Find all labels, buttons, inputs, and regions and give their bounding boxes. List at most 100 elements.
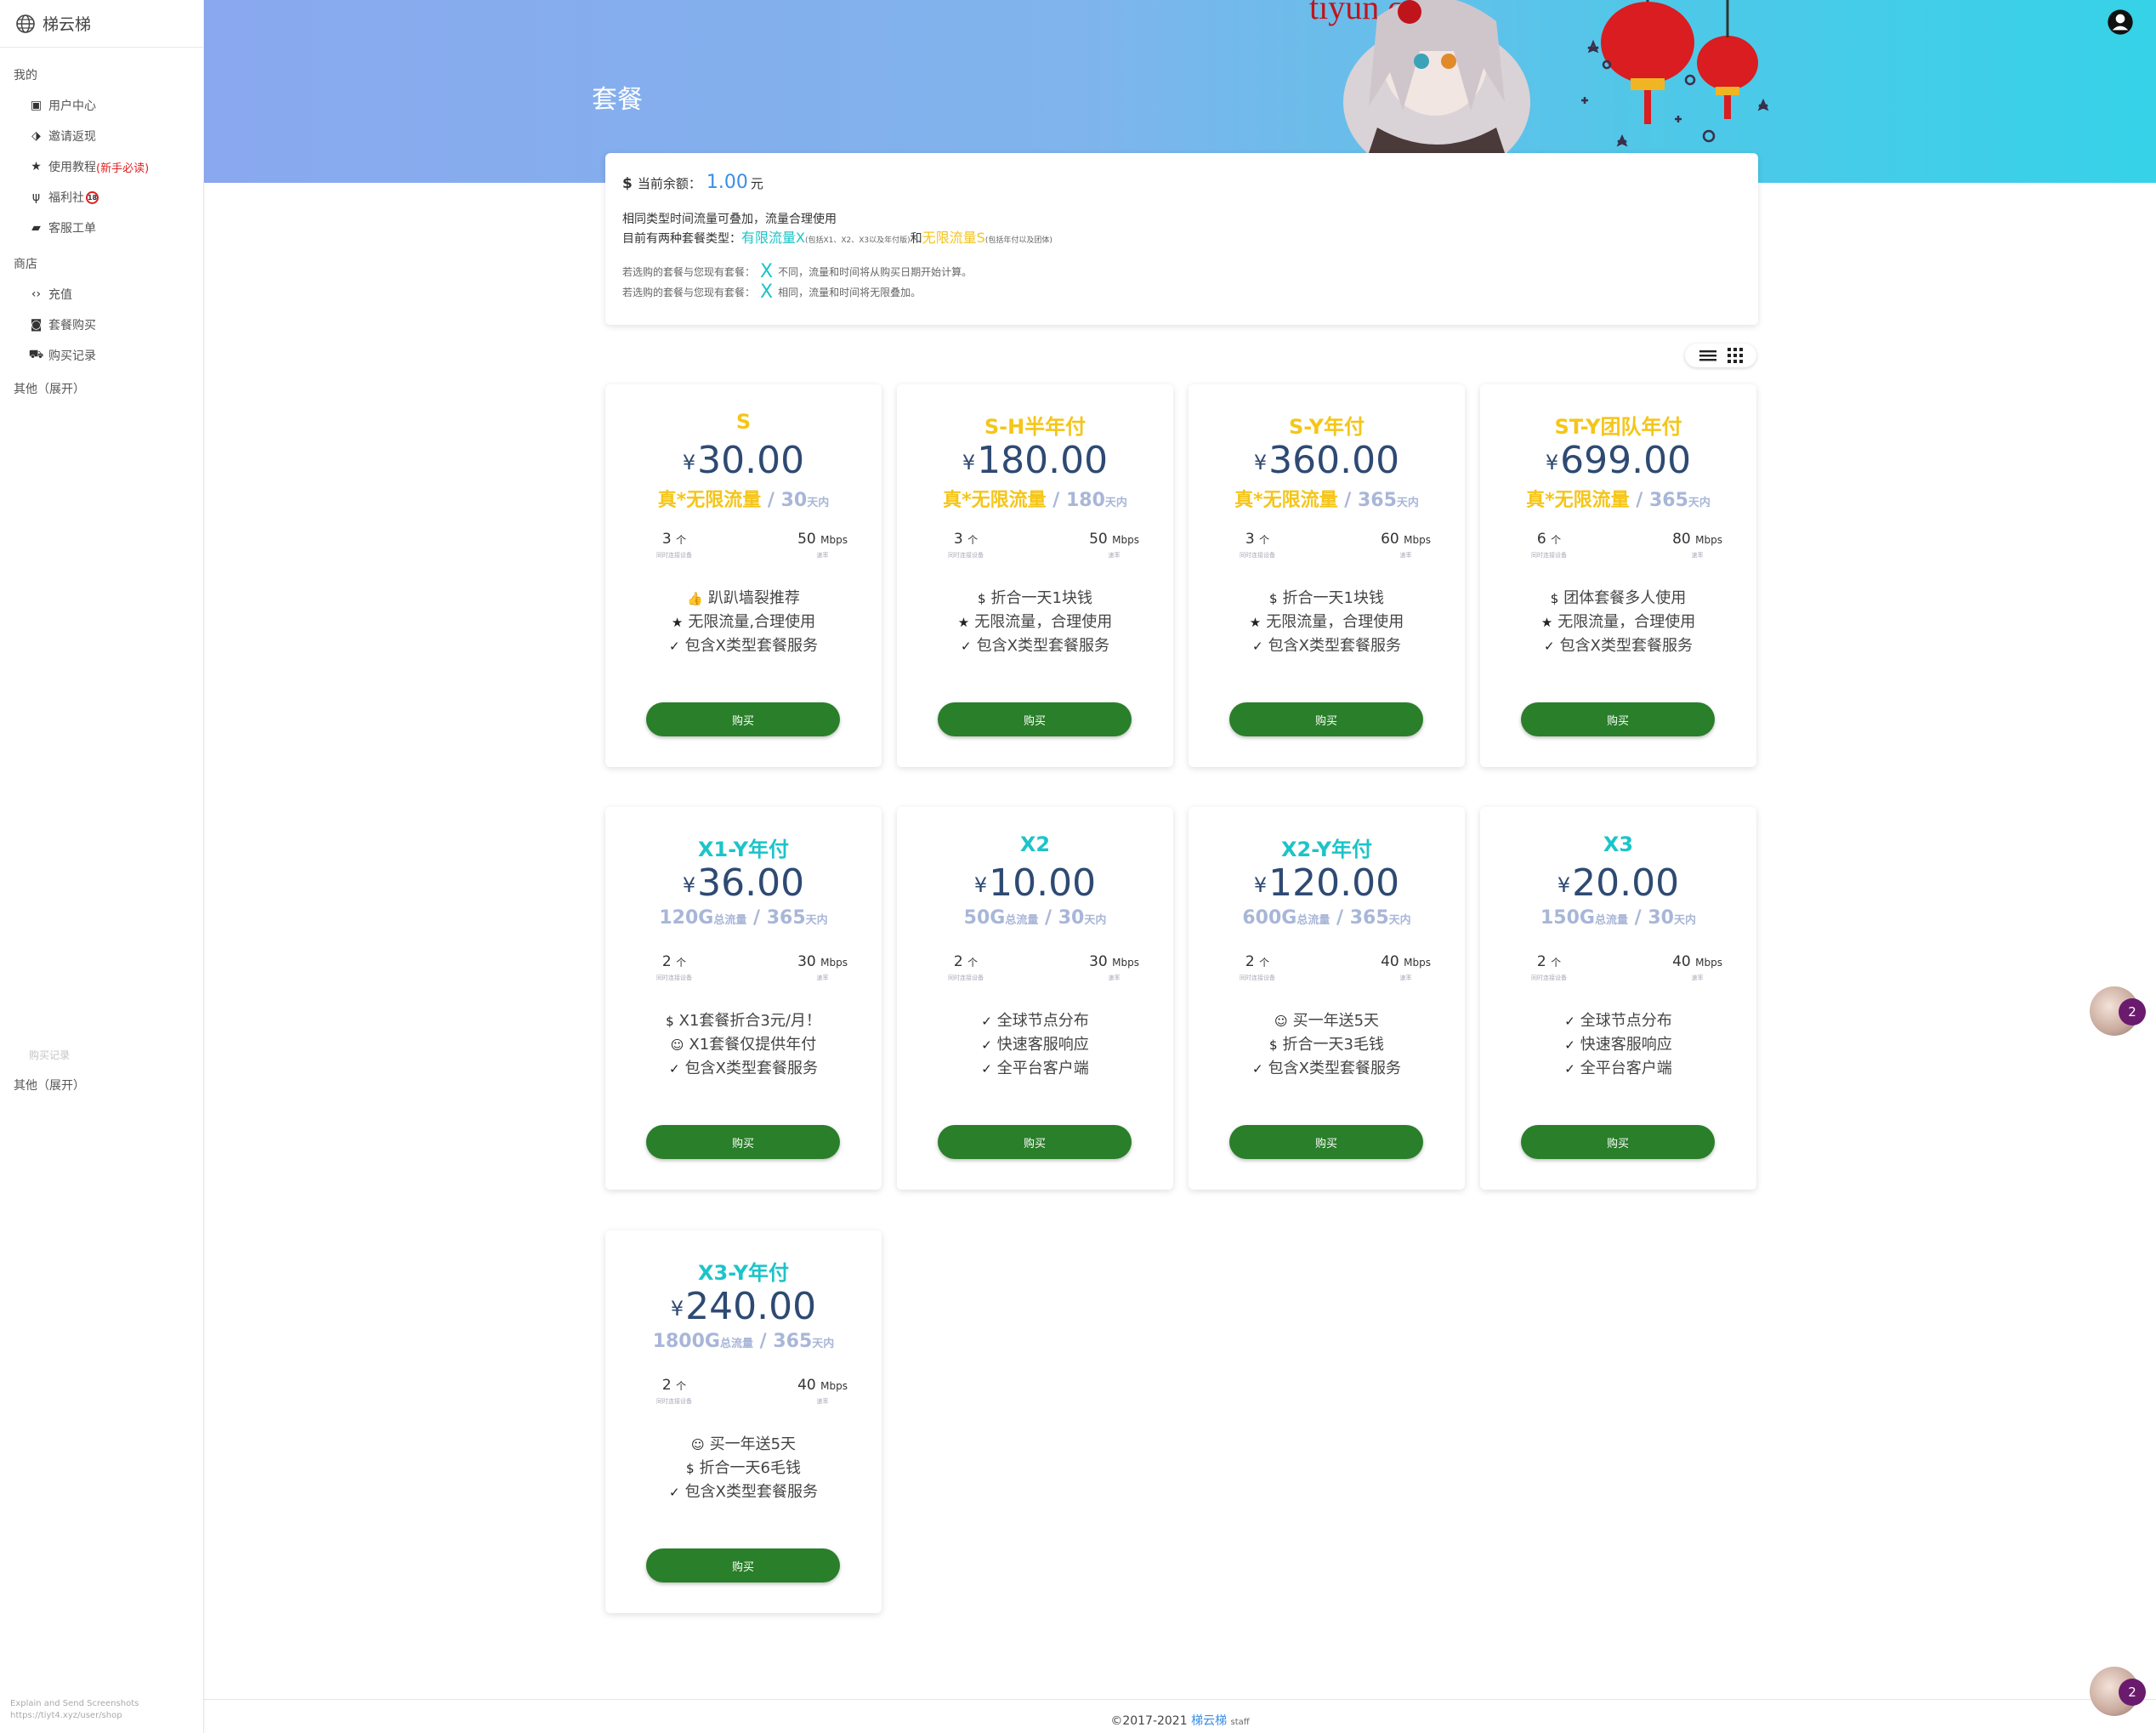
- plan-feature-text: 全平台客户端: [1580, 1060, 1672, 1077]
- plan-traffic-row: 1800G总流量 / 365天内: [652, 1331, 835, 1352]
- sidebar-item-shop[interactable]: ◙ 套餐购买: [0, 310, 203, 340]
- plan-speed-label: 速率: [1691, 552, 1704, 559]
- buy-button[interactable]: 购买: [1229, 702, 1423, 736]
- plan-devices-unit: 个: [1259, 957, 1270, 969]
- plan-feature: ★ 无限流量，合理使用: [1480, 611, 1756, 634]
- plan-days-suffix: 天内: [1688, 497, 1711, 509]
- plan-features: $ 折合一天1块钱 ★ 无限流量，合理使用 ✓ 包含X类型套餐服务: [897, 587, 1173, 658]
- plan-devices-unit: 个: [676, 1380, 687, 1392]
- plan-speed: 30 Mbps 速率: [1089, 953, 1139, 987]
- plan-speed: 40 Mbps 速率: [1672, 953, 1722, 987]
- sidebar-item-tutorial[interactable]: ★ 使用教程 (新手必读): [0, 151, 203, 182]
- currency-symbol: ¥: [682, 873, 696, 897]
- buy-button[interactable]: 购买: [646, 1548, 840, 1582]
- thumbs-up-icon: 👍: [687, 591, 703, 606]
- cart-icon: ⛟: [28, 348, 44, 361]
- plan-devices: 2 个 同时连接设备: [656, 953, 692, 987]
- chat-launcher[interactable]: 2: [2090, 986, 2146, 1036]
- plan-speed: 40 Mbps 速率: [797, 1377, 848, 1411]
- account-circle-icon[interactable]: [2107, 9, 2134, 36]
- plan-stats: 3 个 同时连接设备 50 Mbps 速率: [605, 531, 882, 565]
- tag-icon: ⬗: [31, 129, 41, 143]
- types-and: 和: [910, 232, 922, 246]
- dollar-icon: $: [1550, 591, 1559, 606]
- plan-feature-text: 无限流量,合理使用: [688, 613, 816, 631]
- buy-button[interactable]: 购买: [938, 1125, 1132, 1159]
- plan-devices-label: 同时连接设备: [656, 1398, 692, 1405]
- plan-speed-value: 30: [797, 953, 816, 970]
- check-icon: ✓: [1564, 1037, 1575, 1053]
- check-icon: ✓: [981, 1014, 992, 1029]
- sidebar-item-tickets[interactable]: ▰ 客服工单: [0, 213, 203, 243]
- info-line-stack: 相同类型时间流量可叠加，流量合理使用: [622, 213, 837, 226]
- plan-days-suffix: 天内: [805, 914, 828, 927]
- grid-view-icon[interactable]: [1727, 348, 1743, 363]
- plan-features: $ X1套餐折合3元/月！ ☺ X1套餐仅提供年付 ✓ 包含X类型套餐服务: [605, 1009, 882, 1081]
- buy-button[interactable]: 购买: [938, 702, 1132, 736]
- buy-button[interactable]: 购买: [646, 702, 840, 736]
- plan-speed: 30 Mbps 速率: [797, 953, 848, 987]
- chat-launcher[interactable]: 2: [2090, 1667, 2146, 1716]
- buy-button[interactable]: 购买: [1521, 702, 1715, 736]
- plan-price: ¥20.00: [1480, 861, 1756, 906]
- plan-feature: $ 团体套餐多人使用: [1480, 587, 1756, 611]
- star-icon: ★: [957, 615, 970, 630]
- sidebar-other-toggle[interactable]: 其他（展开）: [0, 376, 203, 401]
- plan-devices-label: 同时连接设备: [656, 974, 692, 981]
- plan-features: $ 折合一天1块钱 ★ 无限流量，合理使用 ✓ 包含X类型套餐服务: [1189, 587, 1465, 658]
- plan-days: 365: [1349, 907, 1389, 929]
- plan-feature-text: 包含X类型套餐服务: [976, 637, 1109, 655]
- sidebar-item-label: 购买记录: [48, 349, 96, 363]
- plan-name: S-H半年付: [984, 415, 1087, 439]
- sidebar-item-orders[interactable]: ⛟ 购买记录: [0, 340, 203, 371]
- x-mark: X: [760, 281, 774, 303]
- sidebar-item-recharge[interactable]: ‹› 充值: [0, 279, 203, 310]
- plan-card: X3-Y年付 ¥240.00 1800G总流量 / 365天内 2 个 同时连接…: [605, 1230, 882, 1613]
- plan-traffic-row: 120G总流量 / 365天内: [659, 907, 828, 929]
- plan-feature: $ X1套餐折合3元/月！: [605, 1009, 882, 1033]
- plan-price-value: 180.00: [977, 439, 1109, 482]
- buy-button[interactable]: 购买: [1229, 1125, 1423, 1159]
- plan-total-suffix: 总流量: [1594, 914, 1628, 927]
- plan-traffic: 600G: [1242, 907, 1297, 929]
- plan-feature: ✓ 包含X类型套餐服务: [1189, 1057, 1465, 1081]
- sidebar-item-invite[interactable]: ⬗ 邀请返现: [0, 121, 203, 151]
- footer-copyright: ©2017-2021: [1110, 1714, 1188, 1728]
- plan-feature: ✓ 包含X类型套餐服务: [605, 634, 882, 658]
- buy-button[interactable]: 购买: [646, 1125, 840, 1159]
- plan-feature: $ 折合一天1块钱: [897, 587, 1173, 611]
- plan-name: X3-Y年付: [697, 1261, 789, 1285]
- plan-feature-text: 快速客服响应: [1580, 1036, 1672, 1054]
- plan-speed-label: 速率: [1691, 974, 1704, 981]
- types-prefix: 目前有两种套餐类型：: [622, 232, 741, 246]
- plan-devices-unit: 个: [1551, 957, 1562, 969]
- plan-price: ¥360.00: [1189, 439, 1465, 483]
- footer-site-link[interactable]: 梯云梯: [1191, 1714, 1227, 1728]
- brand[interactable]: 梯云梯: [0, 0, 203, 48]
- currency-symbol: ¥: [682, 451, 696, 474]
- plan-devices: 3 个 同时连接设备: [1240, 531, 1275, 565]
- plan-feature-text: 包含X类型套餐服务: [1268, 637, 1401, 655]
- plan-traffic-row: 50G总流量 / 30天内: [963, 907, 1107, 929]
- buy-button[interactable]: 购买: [1521, 1125, 1715, 1159]
- plan-features: ☺ 买一年送5天 $ 折合一天6毛钱 ✓ 包含X类型套餐服务: [605, 1433, 882, 1504]
- plan-unlimited-label: 真*无限流量: [1526, 490, 1630, 511]
- plan-days: 365: [766, 907, 806, 929]
- page-title: 套餐: [592, 85, 643, 115]
- plan-name: S-Y年付: [1288, 415, 1365, 439]
- header-banner-art: tiyun.cc: [1309, 0, 1769, 153]
- section-label-mine: 我的: [14, 69, 37, 82]
- plan-price: ¥30.00: [605, 439, 882, 483]
- plan-days: 365: [1357, 490, 1397, 511]
- check-icon: ✓: [669, 1485, 680, 1500]
- footer: ©2017-2021 梯云梯 staff: [204, 1699, 2156, 1733]
- sidebar-item-welfare[interactable]: ψ 福利社 18: [0, 182, 203, 213]
- plan-devices-value: 3: [1245, 531, 1255, 548]
- list-view-icon[interactable]: [1699, 349, 1716, 362]
- dollar-icon: $: [666, 1014, 674, 1029]
- plan-days: 30: [780, 490, 808, 511]
- plan-feature-text: X1套餐折合3元/月！: [678, 1012, 821, 1030]
- sidebar-item-user-center[interactable]: ▣ 用户中心: [0, 90, 203, 121]
- plan-feature: $ 折合一天6毛钱: [605, 1457, 882, 1480]
- plan-feature-text: 折合一天1块钱: [1282, 589, 1384, 607]
